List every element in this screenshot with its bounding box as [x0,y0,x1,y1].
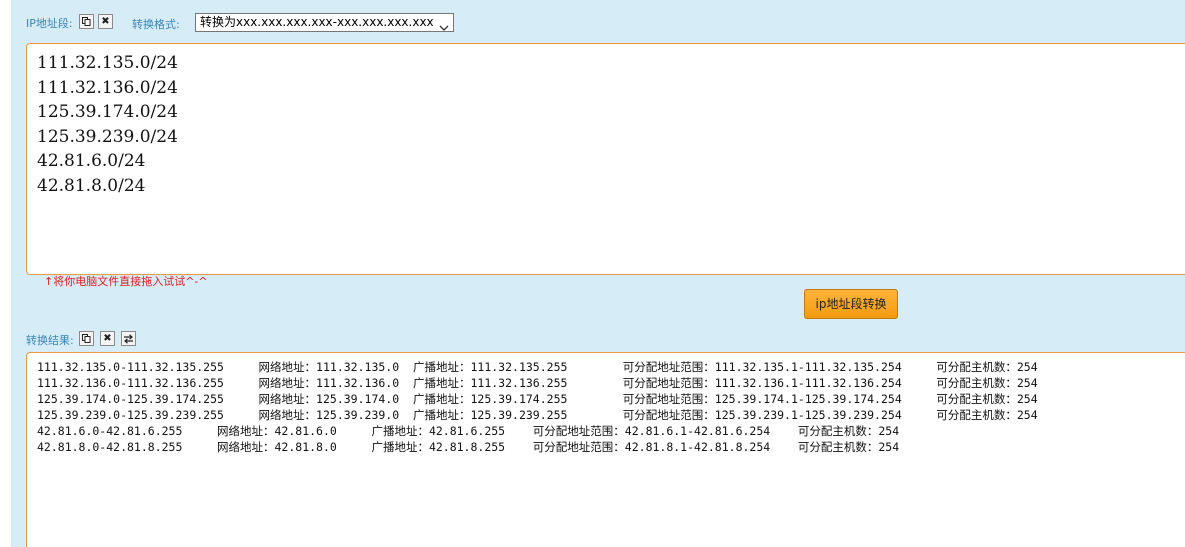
chevron-down-icon [439,19,449,31]
drag-drop-hint: ↑将你电脑文件直接拖入试试^-^ [44,275,208,288]
swap-button[interactable] [121,331,136,346]
ip-range-label: IP地址段: [26,17,73,30]
format-select[interactable]: 转换为xxx.xxx.xxx.xxx-xxx.xxx.xxx.xxx [195,13,454,32]
conversion-result-output[interactable]: 111.32.135.0-111.32.135.255 网络地址：111.32.… [26,352,1185,547]
copy-icon [80,17,93,26]
format-selected-value: 转换为xxx.xxx.xxx.xxx-xxx.xxx.xxx.xxx [200,15,434,29]
convert-button[interactable]: ip地址段转换 [804,289,898,319]
copy-icon [80,334,93,343]
format-label: 转换格式: [132,18,180,31]
copy-input-button[interactable] [79,14,94,29]
left-margin [0,0,11,547]
close-icon: ✖ [101,16,110,27]
ip-range-input[interactable]: 111.32.135.0/24 111.32.136.0/24 125.39.1… [26,43,1185,275]
result-label: 转换结果: [26,334,74,347]
swap-icon [122,334,135,344]
close-icon: ✖ [103,333,112,344]
clear-input-button[interactable]: ✖ [98,14,113,29]
copy-output-button[interactable] [79,331,94,346]
clear-output-button[interactable]: ✖ [100,331,115,346]
